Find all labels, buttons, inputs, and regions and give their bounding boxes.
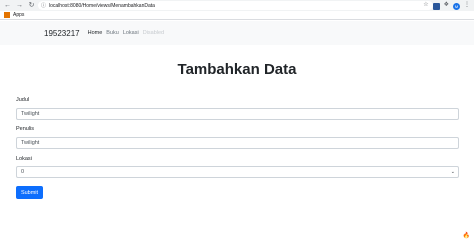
penulis-value: Twilight [21, 140, 40, 146]
kebab-menu-icon[interactable]: ⋮ [464, 1, 470, 10]
nav-link-buku[interactable]: Buku [106, 30, 119, 36]
address-bar[interactable]: ⓘ localhost:8080/Home/views/MenambahkanD… [38, 1, 433, 10]
nav-link-home[interactable]: Home [88, 30, 103, 36]
apps-grid-icon[interactable] [4, 12, 10, 18]
reload-icon[interactable]: ↻ [27, 1, 36, 10]
penulis-input[interactable]: Twilight [16, 137, 459, 149]
chevron-down-icon: ⌄ [450, 169, 455, 175]
lokasi-value: 0 [21, 169, 25, 175]
navbar-brand[interactable]: 19523217 [44, 29, 80, 38]
bookmarks-bar: Apps [0, 11, 474, 20]
browser-toolbar: ← → ↻ ⓘ localhost:8080/Home/views/Menamb… [0, 0, 474, 11]
puzzle-icon[interactable]: ❖ [444, 1, 449, 10]
extension-icon[interactable] [432, 2, 440, 10]
page-title: Tambahkan Data [177, 61, 297, 78]
judul-input[interactable]: Twilight [16, 108, 459, 120]
url-text[interactable]: localhost:8080/Home/views/MenambahkanDat… [49, 3, 155, 9]
judul-label: Judul [16, 97, 30, 103]
toolbar-right-icons: ☆ ❖ M ⋮ [423, 1, 470, 10]
penulis-label: Penulis [16, 126, 35, 132]
nav-links: Home Buku Lokasi Disabled [88, 30, 165, 36]
arrow-right-icon[interactable]: → [15, 1, 24, 10]
arrow-left-icon[interactable]: ← [3, 1, 12, 10]
nav-link-disabled: Disabled [142, 30, 165, 36]
site-navbar: 19523217 Home Buku Lokasi Disabled [0, 21, 474, 45]
flame-icon: 🔥 [462, 233, 470, 239]
nav-link-lokasi[interactable]: Lokasi [123, 30, 139, 36]
submit-button[interactable]: Submit [16, 186, 43, 199]
lokasi-select[interactable]: 0 ⌄ [16, 166, 459, 178]
info-icon[interactable]: ⓘ [41, 2, 46, 9]
lokasi-label: Lokasi [16, 156, 32, 162]
profile-avatar[interactable]: M [453, 2, 460, 10]
star-icon[interactable]: ☆ [423, 1, 428, 10]
bookmark-apps[interactable]: Apps [13, 12, 24, 18]
judul-value: Twilight [21, 111, 40, 117]
